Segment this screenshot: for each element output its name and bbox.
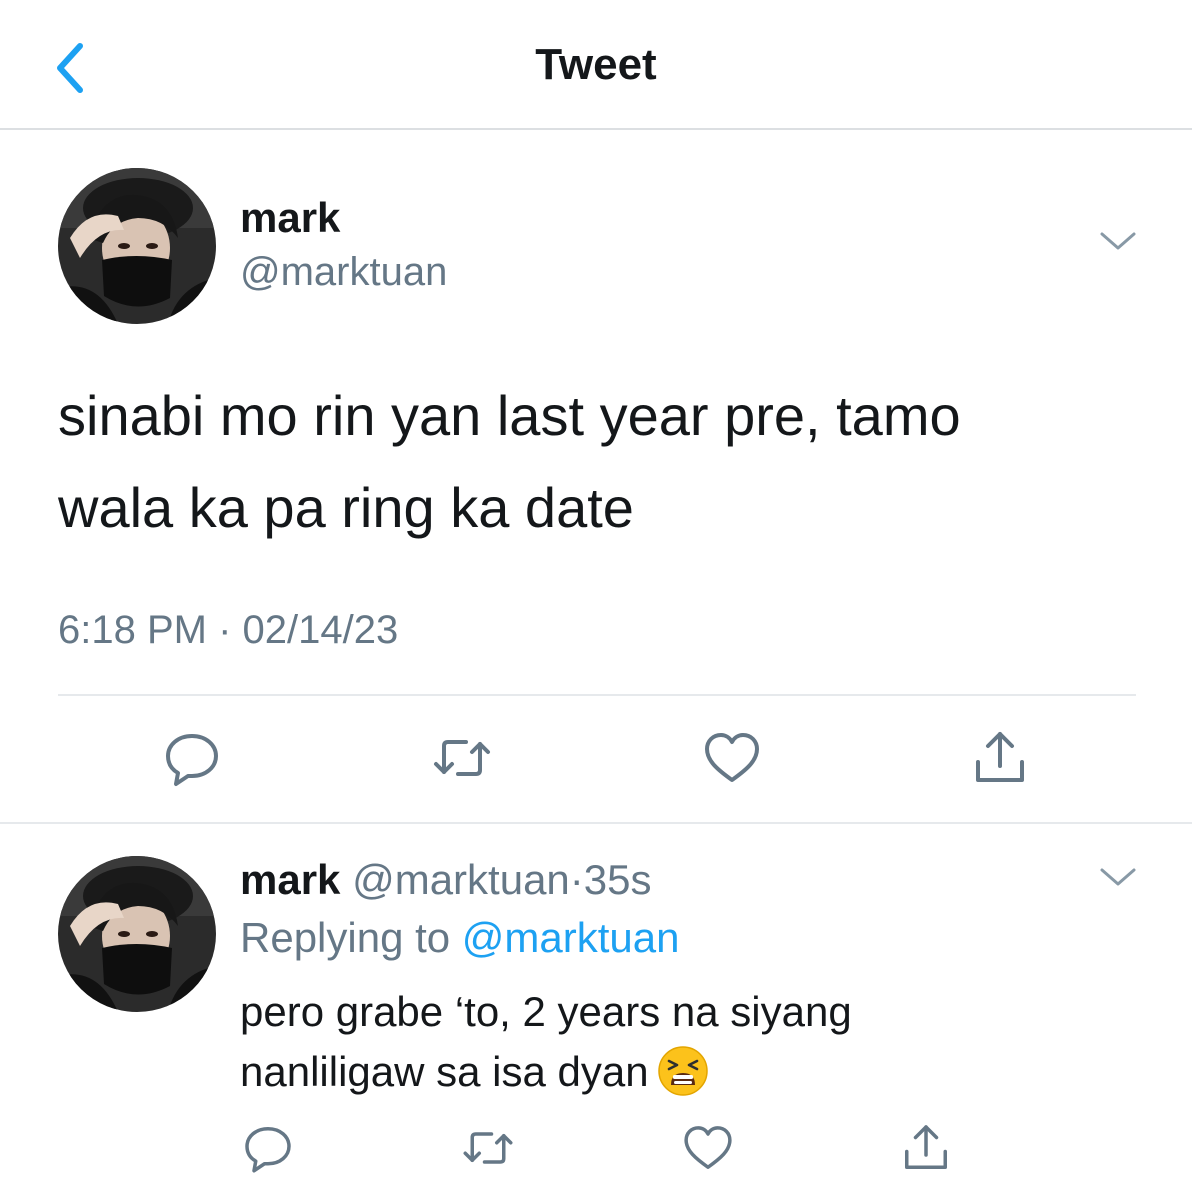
replying-to: Replying to @marktuan bbox=[240, 914, 680, 962]
page-title: Tweet bbox=[535, 40, 657, 89]
reply-author-handle[interactable]: @marktuan bbox=[352, 856, 570, 903]
reply-time[interactable]: 35s bbox=[584, 856, 652, 903]
share-icon[interactable] bbox=[898, 1120, 954, 1176]
tweet-text: sinabi mo rin yan last year pre, tamo wa… bbox=[58, 370, 1138, 554]
share-icon[interactable] bbox=[968, 726, 1032, 790]
retweet-icon[interactable] bbox=[460, 1120, 516, 1176]
reply-text-line-2: nanliligaw sa isa dyan bbox=[240, 1042, 1140, 1102]
like-icon[interactable] bbox=[700, 726, 764, 790]
tired-face-emoji bbox=[657, 1045, 709, 1097]
avatar[interactable] bbox=[58, 168, 216, 324]
replying-prefix: Replying to bbox=[240, 914, 462, 961]
top-bar: Tweet bbox=[0, 0, 1192, 130]
author-handle[interactable]: @marktuan bbox=[240, 250, 447, 295]
reply-actions bbox=[0, 1120, 1192, 1180]
reply-text: pero grabe ‘to, 2 years na siyang nanlil… bbox=[240, 982, 1140, 1102]
like-icon[interactable] bbox=[680, 1120, 736, 1176]
reply-icon[interactable] bbox=[240, 1120, 296, 1176]
tweet-actions bbox=[0, 726, 1192, 796]
avatar[interactable] bbox=[58, 856, 216, 1012]
tweet-text-line: wala ka pa ring ka date bbox=[58, 476, 634, 539]
separator-dot: · bbox=[569, 856, 584, 903]
reply-header: mark @marktuan·35s bbox=[240, 856, 652, 904]
tweet-text-line: sinabi mo rin yan last year pre, tamo bbox=[58, 384, 961, 447]
chevron-down-icon[interactable] bbox=[1098, 860, 1138, 896]
tweet-timestamp[interactable]: 6:18 PM · 02/14/23 bbox=[58, 608, 398, 653]
mention-link[interactable]: @marktuan bbox=[462, 914, 680, 961]
reply-text-line: pero grabe ‘to, 2 years na siyang bbox=[240, 988, 852, 1035]
reply-icon[interactable] bbox=[160, 726, 224, 790]
divider bbox=[0, 822, 1192, 824]
author-name[interactable]: mark bbox=[240, 194, 340, 242]
reply-author-name[interactable]: mark bbox=[240, 856, 340, 903]
retweet-icon[interactable] bbox=[430, 726, 494, 790]
reply-text-segment: nanliligaw sa isa dyan bbox=[240, 1048, 649, 1095]
divider bbox=[58, 694, 1136, 696]
chevron-down-icon[interactable] bbox=[1098, 224, 1138, 260]
